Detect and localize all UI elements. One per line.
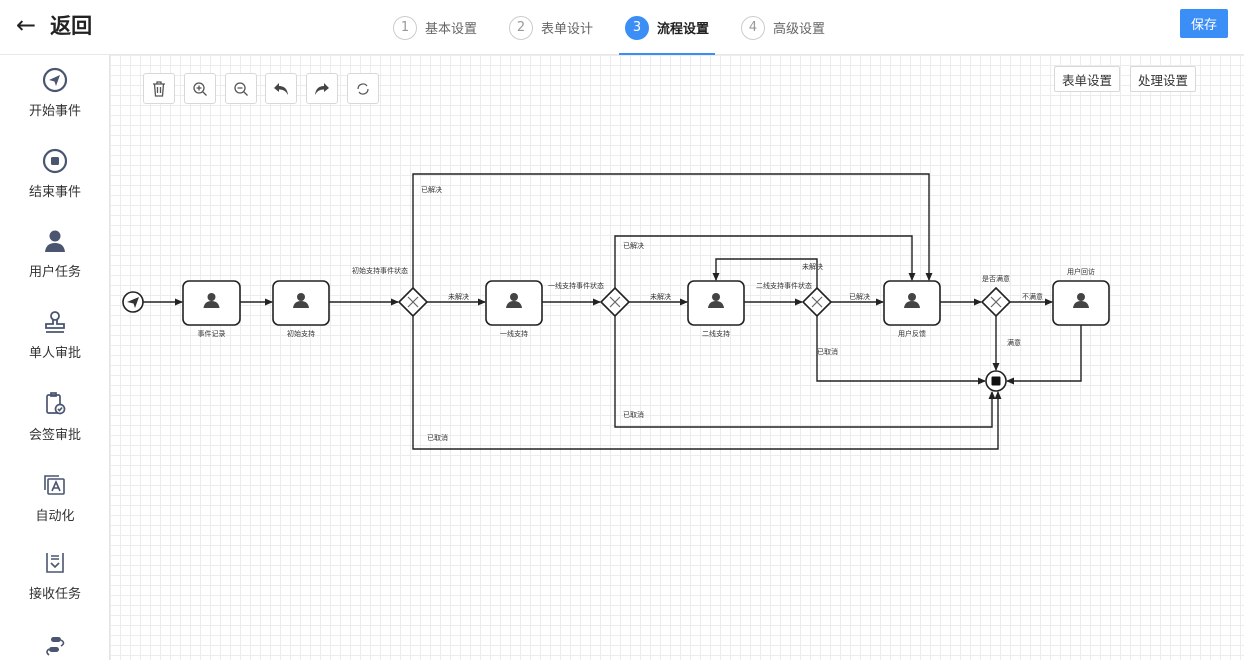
task-user-revisit[interactable]: 用户回访 <box>1052 267 1110 326</box>
task-user-feedback[interactable]: 用户反馈 <box>883 280 941 338</box>
edge-label: 已取消 <box>817 347 838 356</box>
edge-label: 满意 <box>1007 338 1021 347</box>
task-first-line-support[interactable]: 一线支持 <box>485 280 543 338</box>
gateway-label: 是否满意 <box>982 274 1010 283</box>
flow-task6-to-end[interactable] <box>1006 325 1082 385</box>
edge-label: 已解决 <box>849 292 870 301</box>
edge-label: 已解决 <box>421 185 442 194</box>
start-event[interactable] <box>122 291 144 313</box>
gateway-initial-status[interactable]: 初始支持事件状态 <box>352 266 429 318</box>
edge-label: 已取消 <box>623 410 644 419</box>
gateway-second-line-status[interactable]: 二线支持事件状态 <box>756 281 833 318</box>
edge-label: 已解决 <box>623 241 644 250</box>
task-second-line-support[interactable]: 二线支持 <box>687 280 745 338</box>
flow-g1-resolved[interactable] <box>412 173 933 288</box>
task-label: 一线支持 <box>500 329 528 338</box>
task-label: 初始支持 <box>287 329 315 338</box>
edge-label: 不满意 <box>1022 292 1043 301</box>
edge-label: 未解决 <box>802 262 823 271</box>
edge-label: 未解决 <box>650 292 671 301</box>
gateway-satisfied[interactable]: 是否满意 <box>980 274 1012 318</box>
flow-g2-resolved[interactable] <box>614 235 916 288</box>
stop-icon <box>991 376 1001 386</box>
task-label: 二线支持 <box>702 329 730 338</box>
edge-label: 未解决 <box>448 292 469 301</box>
task-label: 用户反馈 <box>898 329 926 338</box>
task-event-record[interactable]: 事件记录 <box>182 280 241 338</box>
gateway-label: 一线支持事件状态 <box>548 281 604 290</box>
gateway-label: 二线支持事件状态 <box>756 281 812 290</box>
end-event[interactable] <box>985 370 1007 392</box>
task-initial-support[interactable]: 初始支持 <box>272 280 330 338</box>
gateway-first-line-status[interactable]: 一线支持事件状态 <box>548 281 631 318</box>
task-label: 用户回访 <box>1067 267 1095 276</box>
gateway-label: 初始支持事件状态 <box>352 266 408 275</box>
bpmn-diagram: 事件记录 初始支持 一线支持 二线支持 用户反馈 用户回访 初始支持事件状态 一… <box>122 173 1110 450</box>
flow-g2-cancelled[interactable] <box>614 316 996 428</box>
task-label: 事件记录 <box>198 329 226 338</box>
edge-label: 已取消 <box>427 433 448 442</box>
